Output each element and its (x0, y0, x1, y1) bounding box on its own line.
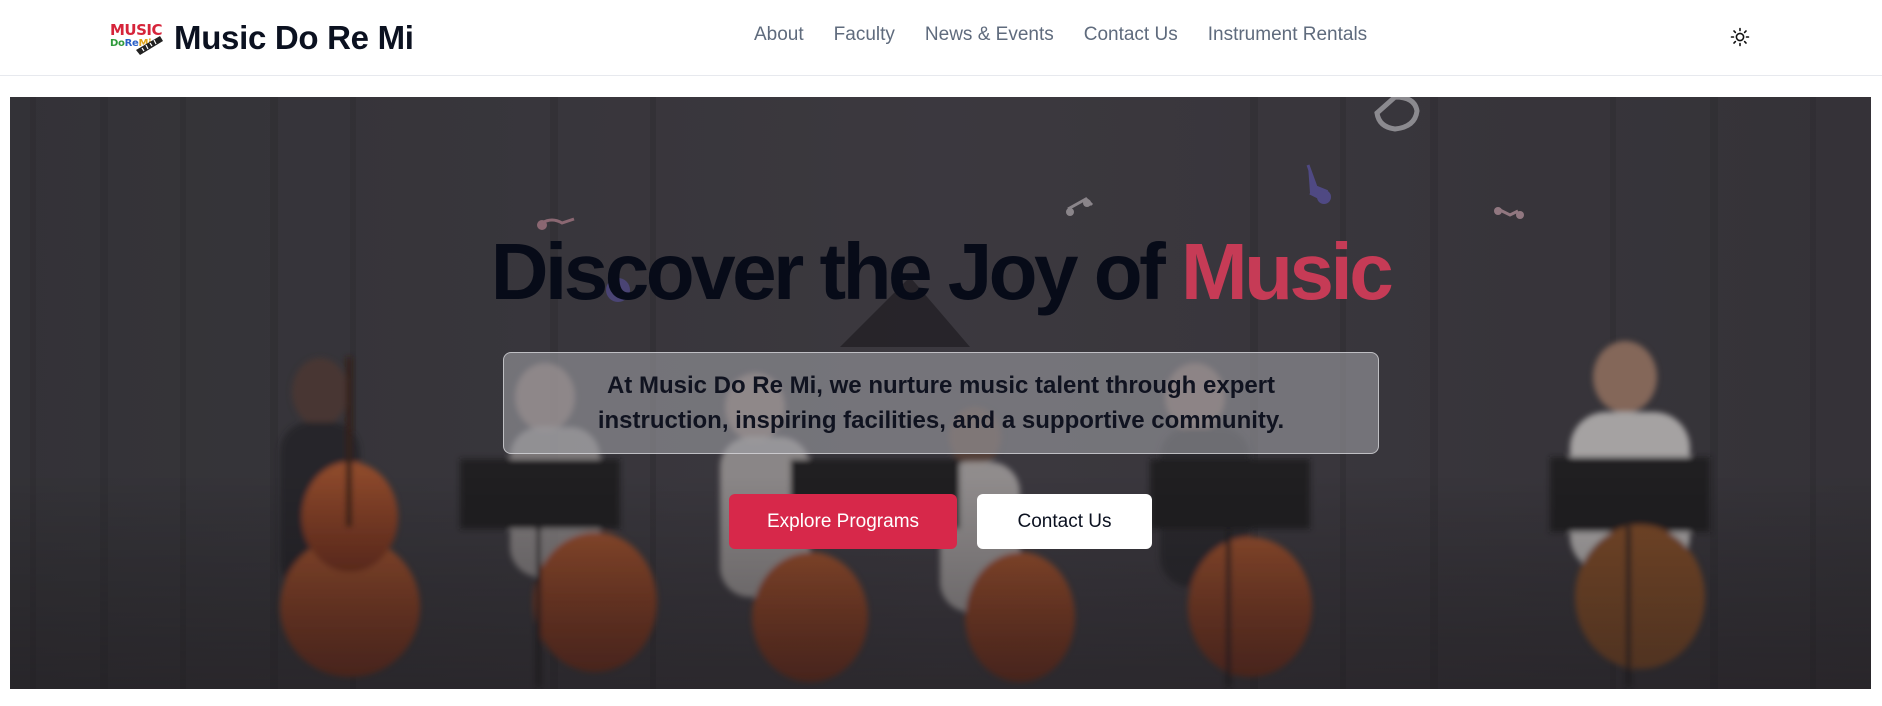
nav-link-news-events[interactable]: News & Events (925, 24, 1054, 46)
main-nav: About Faculty News & Events Contact Us I… (754, 24, 1367, 46)
hero-title: Discover the Joy of Music (10, 232, 1871, 312)
contact-us-button[interactable]: Contact Us (977, 494, 1152, 549)
nav-link-about[interactable]: About (754, 24, 804, 46)
brand-name: Music Do Re Mi (174, 19, 414, 56)
hero-description-box: At Music Do Re Mi, we nurture music tale… (503, 352, 1379, 454)
hero-section: Discover the Joy of Music At Music Do Re… (10, 97, 1871, 689)
nav-link-instrument-rentals[interactable]: Instrument Rentals (1208, 24, 1367, 46)
brand[interactable]: MUSIC DoReMi Music Do Re Mi (110, 16, 414, 60)
explore-programs-button[interactable]: Explore Programs (729, 494, 957, 549)
piano-keys-icon (136, 36, 163, 55)
hero-description: At Music Do Re Mi, we nurture music tale… (597, 372, 1285, 434)
theme-toggle-button[interactable] (1727, 24, 1753, 50)
nav-link-faculty[interactable]: Faculty (834, 24, 895, 46)
hero-title-main: Discover the Joy of (490, 227, 1181, 316)
brand-logo: MUSIC DoReMi (110, 18, 163, 58)
site-header: MUSIC DoReMi Music Do Re Mi About Facult… (0, 0, 1882, 76)
sun-icon (1730, 27, 1750, 47)
hero-title-accent: Music (1181, 227, 1394, 316)
nav-link-contact-us[interactable]: Contact Us (1084, 24, 1178, 46)
